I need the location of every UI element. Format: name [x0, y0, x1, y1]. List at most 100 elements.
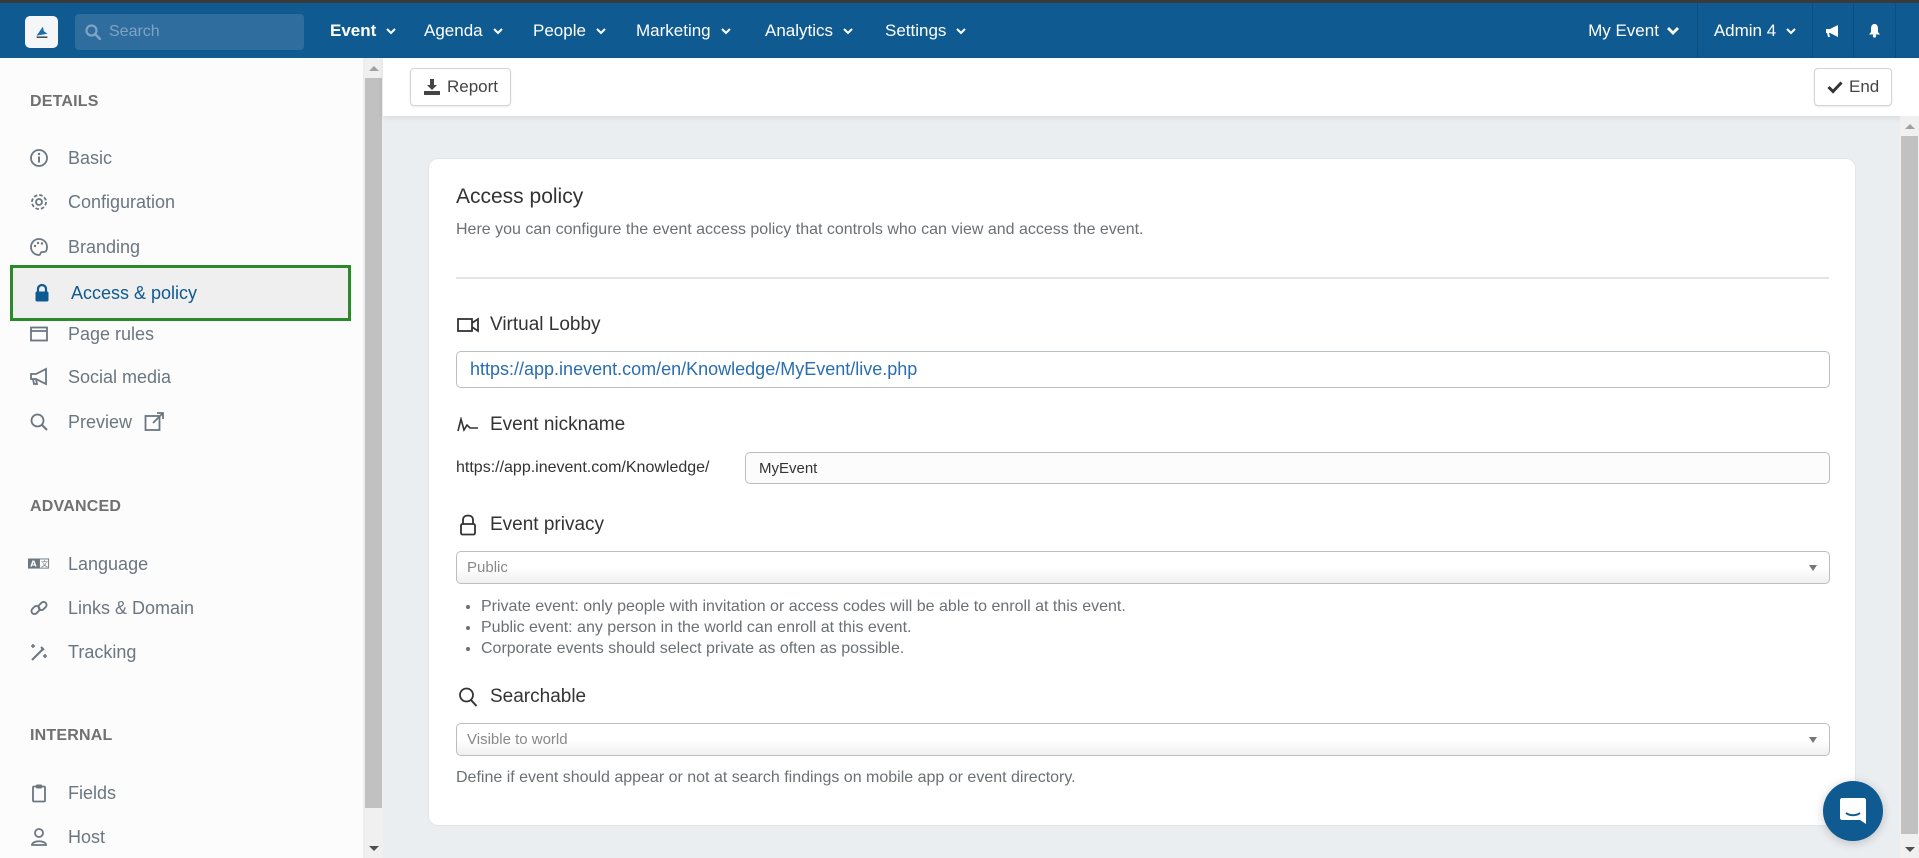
nav-event[interactable]: Event — [330, 3, 397, 58]
lock-icon — [456, 513, 480, 537]
nav-event-label: Event — [330, 20, 377, 40]
megaphone-icon — [1826, 24, 1838, 37]
nav-marketing[interactable]: Marketing — [636, 3, 731, 58]
sidebar-item-branding[interactable]: Branding — [28, 230, 140, 264]
event-nickname-field[interactable] — [745, 452, 1830, 484]
sidebar-scrollbar[interactable] — [365, 58, 383, 858]
nav-marketing-label: Marketing — [636, 20, 711, 40]
event-privacy-label-text: Event privacy — [490, 514, 605, 535]
report-button[interactable]: Report — [410, 68, 512, 106]
sidebar-item-basic[interactable]: Basic — [28, 141, 112, 175]
svg-text:A: A — [30, 559, 37, 569]
page-subtitle: Here you can configure the event access … — [456, 221, 1144, 238]
event-privacy-label: Event privacy — [456, 513, 604, 537]
nav-settings[interactable]: Settings — [885, 3, 967, 58]
section-title-advanced: ADVANCED — [30, 498, 122, 515]
virtual-lobby-url-input[interactable] — [470, 359, 1829, 380]
search-icon — [85, 24, 101, 40]
chevron-down-icon — [386, 27, 397, 34]
palette-icon — [28, 236, 50, 258]
sidebar-item-links-domain[interactable]: Links & Domain — [28, 591, 194, 625]
sidebar-item-access-policy[interactable]: Access & policy — [10, 265, 351, 321]
report-button-label: Report — [447, 77, 499, 96]
sidebar-item-label: Page rules — [68, 323, 155, 344]
access-policy-card: Access policy Here you can configure the… — [428, 158, 1856, 826]
sidebar-item-tracking[interactable]: Tracking — [28, 635, 136, 669]
event-selector-label: My Event — [1588, 20, 1659, 40]
sidebar-item-label: Branding — [68, 236, 141, 257]
main-scrollbar-thumb[interactable] — [1901, 136, 1918, 834]
lock-icon — [31, 282, 53, 304]
sidebar-item-fields[interactable]: Fields — [28, 776, 116, 810]
nav-analytics-label: Analytics — [765, 20, 834, 40]
sidebar-item-social-media[interactable]: Social media — [28, 360, 171, 394]
logo-icon — [36, 26, 47, 38]
sidebar-item-label: Basic — [68, 147, 113, 168]
scroll-up-arrow-icon[interactable] — [369, 66, 379, 71]
event-privacy-select[interactable]: Public — [456, 551, 1830, 584]
sidebar-item-label: Fields — [68, 782, 117, 803]
nav-divider — [1895, 3, 1919, 58]
nav-people[interactable]: People — [533, 3, 606, 58]
scroll-down-arrow-icon[interactable] — [1905, 847, 1915, 852]
main-toolbar: Report End — [383, 58, 1919, 116]
event-nickname-label-text: Event nickname — [490, 414, 626, 435]
end-button[interactable]: End — [1814, 68, 1893, 106]
clipboard-icon — [28, 782, 50, 804]
search-icon — [28, 411, 50, 433]
megaphone-icon — [28, 366, 50, 388]
link-icon — [28, 597, 50, 619]
event-privacy-selected: Public — [467, 559, 508, 576]
user-icon — [28, 826, 50, 848]
scroll-up-arrow-icon[interactable] — [1905, 124, 1915, 129]
download-icon — [424, 79, 440, 95]
announcements-button[interactable] — [1812, 3, 1853, 58]
search-box[interactable] — [75, 14, 304, 50]
language-icon: A文 — [28, 553, 50, 575]
virtual-lobby-label-text: Virtual Lobby — [490, 314, 601, 335]
chat-support-button[interactable] — [1823, 781, 1883, 841]
chevron-down-icon — [720, 27, 731, 34]
main-scrollbar[interactable] — [1900, 116, 1919, 858]
sidebar-item-language[interactable]: A文 Language — [28, 547, 148, 581]
nav-agenda[interactable]: Agenda — [424, 3, 503, 58]
end-button-label: End — [1849, 77, 1880, 96]
sidebar-item-label: Configuration — [68, 191, 176, 212]
searchable-select[interactable]: Visible to world — [456, 723, 1830, 756]
sidebar-item-label: Host — [68, 826, 106, 847]
chevron-down-icon — [843, 27, 853, 34]
virtual-lobby-url-field[interactable] — [456, 351, 1830, 388]
search-icon — [456, 685, 480, 709]
scroll-down-arrow-icon[interactable] — [369, 846, 379, 851]
sidebar: DETAILS Basic Configuration Branding Acc… — [0, 58, 363, 858]
chevron-down-icon — [956, 27, 967, 34]
section-divider — [456, 277, 1829, 279]
sidebar-item-configuration[interactable]: Configuration — [28, 185, 175, 219]
sidebar-item-host[interactable]: Host — [28, 820, 105, 854]
svg-text:文: 文 — [41, 560, 49, 569]
external-link-icon — [144, 412, 164, 431]
chat-icon — [1840, 798, 1866, 824]
info-circle-icon — [28, 147, 50, 169]
app-logo[interactable] — [25, 16, 58, 48]
notifications-button[interactable] — [1853, 3, 1895, 58]
chevron-down-icon — [596, 27, 606, 34]
search-input[interactable] — [109, 23, 289, 41]
privacy-notes-list: Private event: only people with invitati… — [473, 596, 1126, 659]
sidebar-item-preview[interactable]: Preview — [28, 405, 166, 439]
event-selector[interactable]: My Event — [1571, 3, 1697, 58]
gear-icon — [28, 191, 50, 213]
sidebar-item-label: Access & policy — [71, 282, 198, 303]
chevron-down-icon — [1666, 26, 1679, 35]
sidebar-item-page-rules[interactable]: Page rules — [28, 317, 154, 351]
searchable-label: Searchable — [456, 685, 586, 709]
pulse-icon — [456, 413, 480, 437]
nav-analytics[interactable]: Analytics — [765, 3, 853, 58]
bell-icon — [1869, 24, 1880, 38]
video-camera-icon — [456, 313, 480, 337]
sidebar-scrollbar-thumb[interactable] — [365, 78, 382, 808]
user-menu[interactable]: Admin 4 — [1697, 3, 1812, 58]
searchable-selected: Visible to world — [467, 731, 568, 748]
event-nickname-input[interactable] — [759, 459, 1829, 477]
chevron-down-icon — [492, 27, 503, 34]
